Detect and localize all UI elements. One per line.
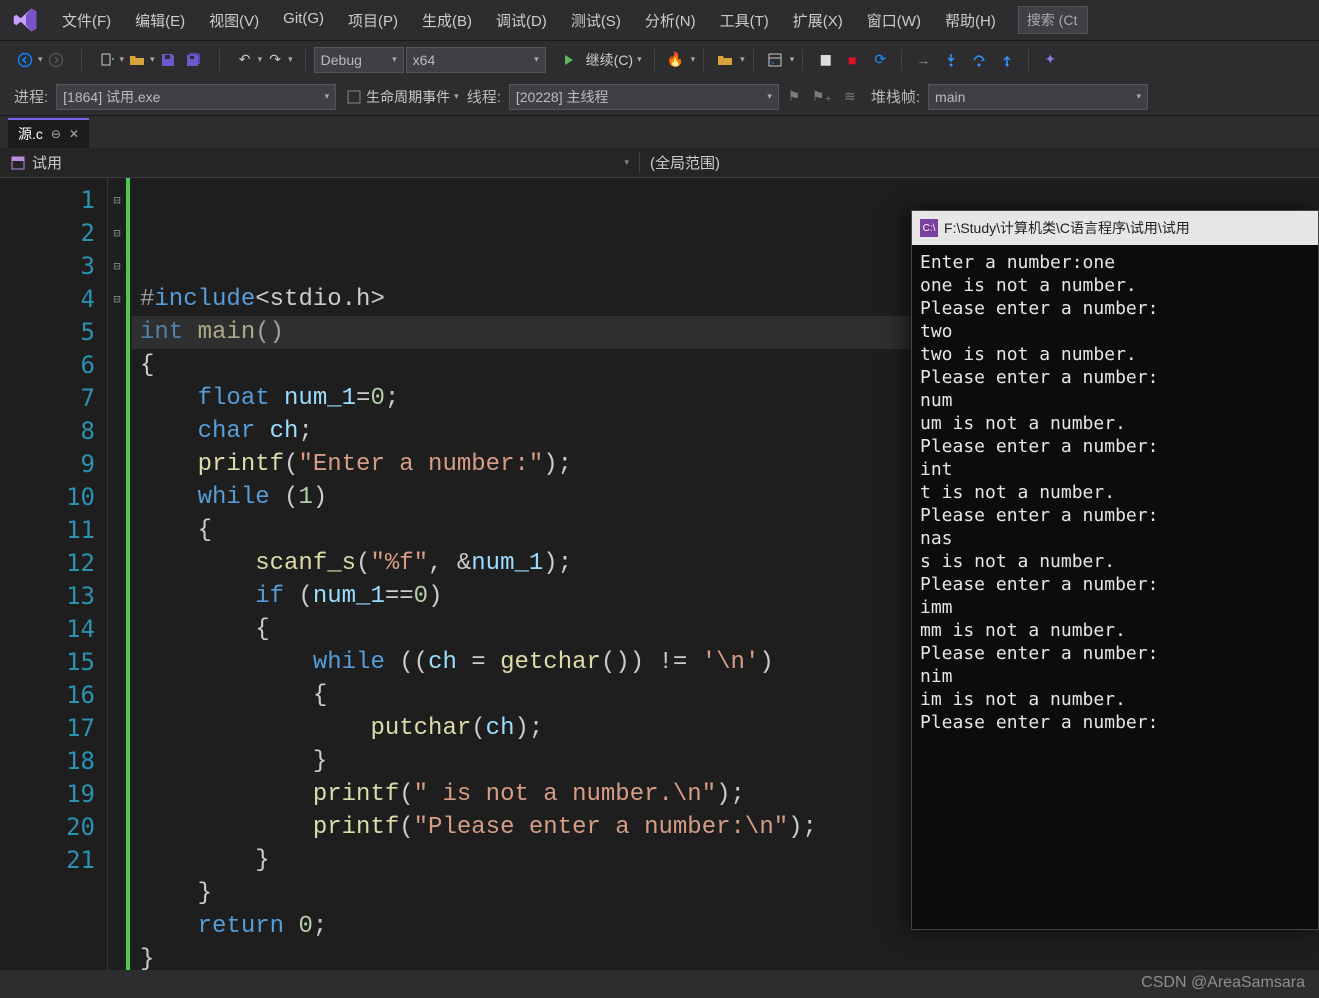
console-window[interactable]: C:\ F:\Study\计算机类\C语言程序\试用\试用 Enter a nu… [911,210,1319,930]
save-all-button[interactable] [181,47,207,73]
hot-reload-button[interactable]: 🔥 [663,47,689,73]
process-dropdown[interactable]: [1864] 试用.exe▾ [56,84,336,110]
step-into-button[interactable] [938,47,964,73]
thread-dropdown[interactable]: [20228] 主线程▾ [509,84,779,110]
show-next-statement-button[interactable]: → [910,47,936,73]
continue-button[interactable] [556,47,582,73]
forward-button[interactable] [43,47,69,73]
debug-location-toolbar: 进程: [1864] 试用.exe▾ 生命周期事件▾ 线程: [20228] 主… [0,78,1319,116]
save-button[interactable] [155,47,181,73]
menu-item[interactable]: Git(G) [271,10,336,31]
menu-item[interactable]: 文件(F) [50,10,123,31]
restart-button[interactable]: ⟳ [867,47,893,73]
lifecycle-events-button[interactable]: 生命周期事件▾ [346,84,459,110]
menu-item[interactable]: 视图(V) [197,10,271,31]
new-item-button[interactable] [94,47,120,73]
watermark: CSDN @AreaSamsara [1141,974,1305,992]
layout-button[interactable] [762,47,788,73]
console-title-bar[interactable]: C:\ F:\Study\计算机类\C语言程序\试用\试用 [912,211,1318,245]
menu-item[interactable]: 窗口(W) [855,10,933,31]
menu-item[interactable]: 调试(D) [484,10,559,31]
step-out-button[interactable] [994,47,1020,73]
fold-column: ⊟⊟⊟⊟ [108,178,126,970]
undo-button[interactable]: ↶ [232,47,258,73]
break-all-button[interactable]: ▮▮ [811,47,837,73]
continue-label: 继续(C) [582,50,637,70]
visual-studio-logo-icon [12,6,40,34]
main-toolbar: ▾ ▾ ▾ ↶▾ ↷▾ Debug▾ x64▾ 继续(C)▾ 🔥▾ ▾ ▾ ▮▮… [0,40,1319,78]
code-line[interactable]: } [140,943,1319,976]
navigation-bar: 试用 ▾ (全局范围) [0,148,1319,178]
line-number-gutter: 123456789101112131415161718192021 [0,178,108,970]
thread-value: [20228] 主线程 [516,87,609,107]
process-value: [1864] 试用.exe [63,87,160,107]
document-tab-bar: 源.c ⊖ ✕ [0,116,1319,148]
stackframe-label: 堆栈帧: [865,86,926,107]
console-title: F:\Study\计算机类\C语言程序\试用\试用 [944,218,1190,238]
open-folder-button[interactable] [712,47,738,73]
intellicode-button[interactable]: ✦ [1037,47,1063,73]
thread-label: 线程: [461,86,507,107]
menu-item[interactable]: 编辑(E) [123,10,197,31]
step-over-button[interactable] [966,47,992,73]
scope-label: (全局范围) [650,152,720,173]
platform-value: x64 [413,52,436,68]
menu-item[interactable]: 分析(N) [633,10,708,31]
lifecycle-label: 生命周期事件 [366,87,450,107]
console-output: Enter a number:one one is not a number. … [912,245,1318,929]
stop-debug-button[interactable]: ■ [839,47,865,73]
redo-button[interactable]: ↷ [262,47,288,73]
console-icon: C:\ [920,219,938,237]
menu-item[interactable]: 帮助(H) [933,10,1008,31]
project-icon [10,155,26,171]
stackframe-value: main [935,89,965,105]
flagged-threads-button[interactable]: ⚑₊ [809,84,835,110]
menu-item[interactable]: 工具(T) [708,10,781,31]
close-tab-icon[interactable]: ✕ [69,127,79,141]
flag-thread-button[interactable]: ⚑ [781,84,807,110]
document-tab[interactable]: 源.c ⊖ ✕ [8,118,89,148]
menu-bar: 文件(F)编辑(E)视图(V)Git(G)项目(P)生成(B)调试(D)测试(S… [0,0,1319,40]
menu-item[interactable]: 扩展(X) [781,10,855,31]
configuration-dropdown[interactable]: Debug▾ [314,47,404,73]
menu-item[interactable]: 测试(S) [559,10,633,31]
open-file-button[interactable] [124,47,150,73]
project-scope-dropdown[interactable]: 试用 ▾ [0,152,640,173]
process-label: 进程: [8,86,54,107]
tab-title: 源.c [18,124,43,144]
member-scope-dropdown[interactable]: (全局范围) [640,152,1319,173]
stackframe-dropdown[interactable]: main▾ [928,84,1148,110]
pin-tab-icon[interactable]: ⊖ [51,127,61,141]
platform-dropdown[interactable]: x64▾ [406,47,546,73]
threads-button[interactable]: ≋ [837,84,863,110]
back-button[interactable] [12,47,38,73]
project-name: 试用 [32,152,62,173]
search-input[interactable]: 搜索 (Ct [1018,6,1088,34]
configuration-value: Debug [321,52,362,68]
menu-item[interactable]: 项目(P) [336,10,410,31]
menu-item[interactable]: 生成(B) [410,10,484,31]
